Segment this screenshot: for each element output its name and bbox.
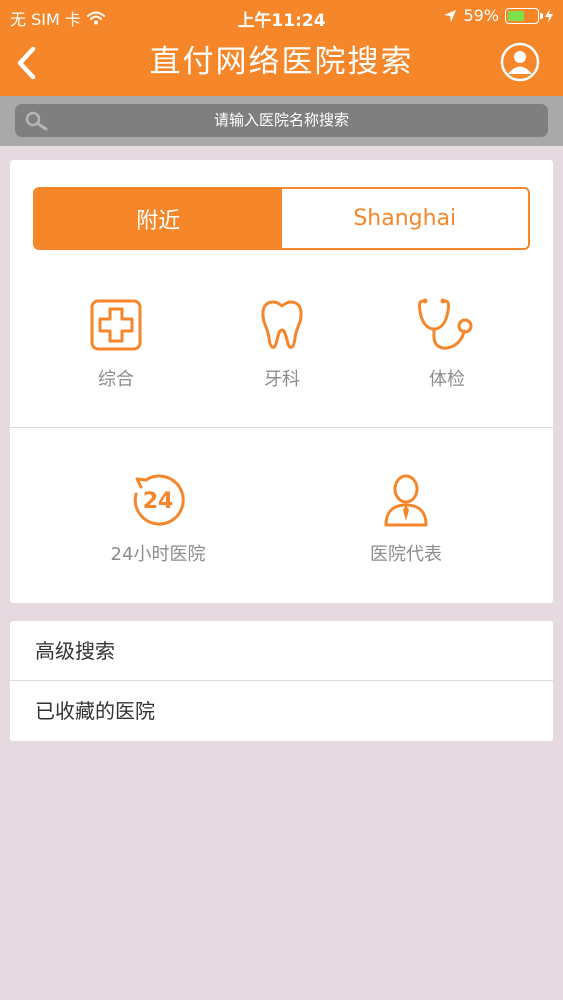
medical-cross-icon (90, 299, 142, 351)
category-label: 牙科 (264, 369, 300, 390)
category-card: 附近 Shanghai 综合 牙科 体检 24 24小时医院 医院代表 (10, 160, 553, 603)
representative-icon (384, 474, 428, 527)
stethoscope-icon (417, 298, 473, 350)
location-arrow-icon (444, 9, 457, 22)
page-title: 直付网络医院搜索 (149, 44, 414, 80)
search-placeholder: 请输入医院名称搜索 (213, 111, 349, 129)
24-hour-icon-text: 24 (143, 489, 174, 514)
status-bar: 无 SIM 卡 上午11:24 59% (0, 0, 563, 32)
header-bar: 无 SIM 卡 上午11:24 59% 直付网络医院搜索 (0, 0, 563, 96)
segment-shanghai[interactable]: Shanghai (281, 189, 528, 248)
category-label: 24小时医院 (110, 544, 206, 565)
category-checkup[interactable]: 体检 (367, 295, 527, 391)
category-dental[interactable]: 牙科 (202, 295, 362, 391)
category-general[interactable]: 综合 (36, 295, 196, 391)
divider (10, 427, 553, 428)
search-input[interactable]: 请输入医院名称搜索 (15, 104, 548, 137)
segment-nearby[interactable]: 附近 (35, 189, 282, 248)
battery-level (508, 10, 524, 21)
battery-icon (505, 7, 543, 24)
category-label: 综合 (98, 369, 134, 390)
24-hour-icon: 24 (133, 474, 185, 526)
charging-bolt-icon (545, 8, 553, 23)
search-bar: 请输入医院名称搜索 (0, 96, 563, 146)
user-avatar-icon (500, 42, 540, 82)
saved-hospitals-item[interactable]: 已收藏的医院 (10, 681, 553, 741)
category-label: 医院代表 (370, 544, 442, 565)
tooth-icon (261, 300, 303, 349)
profile-button[interactable] (500, 42, 540, 82)
location-segmented-control: 附近 Shanghai (33, 187, 530, 250)
category-24h-hospital[interactable]: 24 24小时医院 (78, 470, 238, 566)
category-hospital-rep[interactable]: 医院代表 (326, 470, 486, 566)
advanced-search-item[interactable]: 高级搜索 (10, 621, 553, 681)
options-list: 高级搜索 已收藏的医院 (10, 621, 553, 741)
category-label: 体检 (429, 369, 465, 390)
battery-percent: 59% (463, 6, 499, 25)
